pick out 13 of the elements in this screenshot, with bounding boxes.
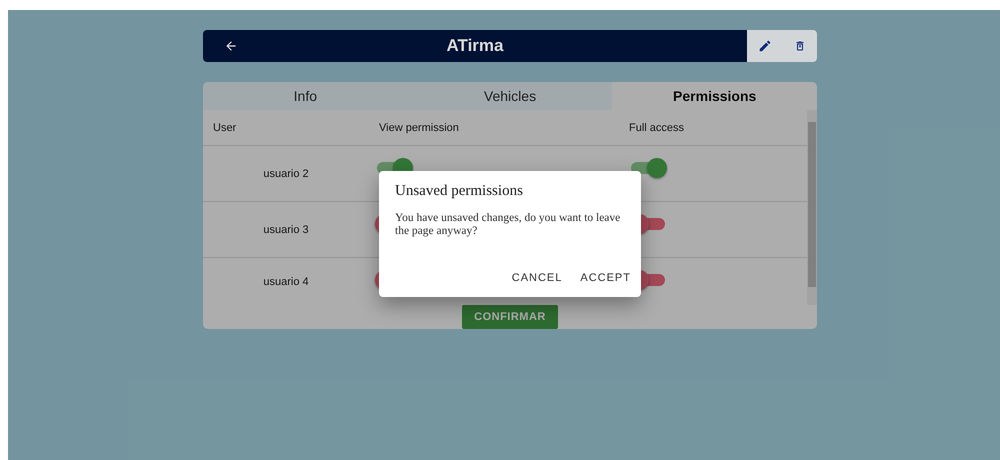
column-header: User	[212, 122, 238, 134]
tab[interactable]: Info	[203, 82, 408, 110]
column-header: Full access	[628, 122, 686, 134]
user-name: usuario 3	[262, 224, 310, 236]
user-name: usuario 2	[262, 168, 310, 180]
tab[interactable]: Vehicles	[408, 82, 612, 110]
dialog-button[interactable]: ACCEPT	[580, 272, 631, 284]
column-header: View permission	[378, 122, 460, 134]
user-name: usuario 4	[262, 276, 310, 288]
dialog-title: Unsaved permissions	[395, 183, 524, 200]
dialog-button[interactable]: CANCEL	[512, 272, 562, 284]
dialog-message: You have unsaved changes, do you want to leave the page anyway?	[395, 212, 622, 238]
page-title: ATirma	[446, 36, 504, 56]
